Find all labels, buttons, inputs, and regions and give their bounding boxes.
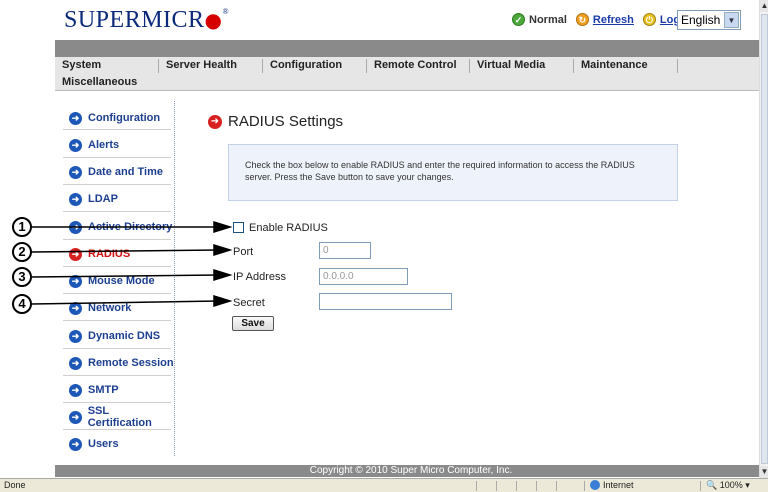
scroll-down-icon[interactable]: ▼ — [760, 466, 768, 478]
callout-line-2 — [31, 249, 219, 253]
status-divider — [700, 481, 701, 491]
callout-arrowhead-3 — [213, 268, 233, 282]
status-divider — [536, 481, 537, 491]
scroll-thumb[interactable] — [761, 14, 768, 464]
security-zone: Internet — [590, 480, 634, 490]
callout-2: 2 — [12, 242, 32, 262]
callout-arrowhead-4 — [213, 294, 233, 308]
callout-arrows — [31, 220, 233, 308]
callout-arrowhead-2 — [213, 243, 233, 257]
callout-line-4 — [31, 300, 219, 305]
globe-icon — [590, 480, 600, 490]
status-divider — [476, 481, 477, 491]
zoom-value: 100% — [719, 480, 743, 490]
status-divider — [516, 481, 517, 491]
status-divider — [496, 481, 497, 491]
callout-arrowhead-1 — [213, 220, 233, 234]
footer-copyright: Copyright © 2010 Super Micro Computer, I… — [55, 465, 767, 477]
callout-line-3 — [31, 274, 219, 278]
callout-1: 1 — [12, 217, 32, 237]
callout-4: 4 — [12, 294, 32, 314]
zone-label: Internet — [603, 480, 634, 490]
vertical-scrollbar[interactable]: ▲ ▼ — [759, 0, 768, 478]
callout-3: 3 — [12, 267, 32, 287]
browser-status-bar: Done Internet 🔍 100% ▾ — [0, 478, 768, 492]
page: SUPERMICR●® ✓ Normal ↻ Refresh ⏻ Logout … — [0, 0, 768, 492]
status-divider — [556, 481, 557, 491]
status-text: Done — [4, 480, 26, 490]
status-divider — [584, 481, 585, 491]
scroll-up-icon[interactable]: ▲ — [760, 0, 768, 12]
zoom-level[interactable]: 🔍 100% ▾ — [706, 480, 750, 491]
